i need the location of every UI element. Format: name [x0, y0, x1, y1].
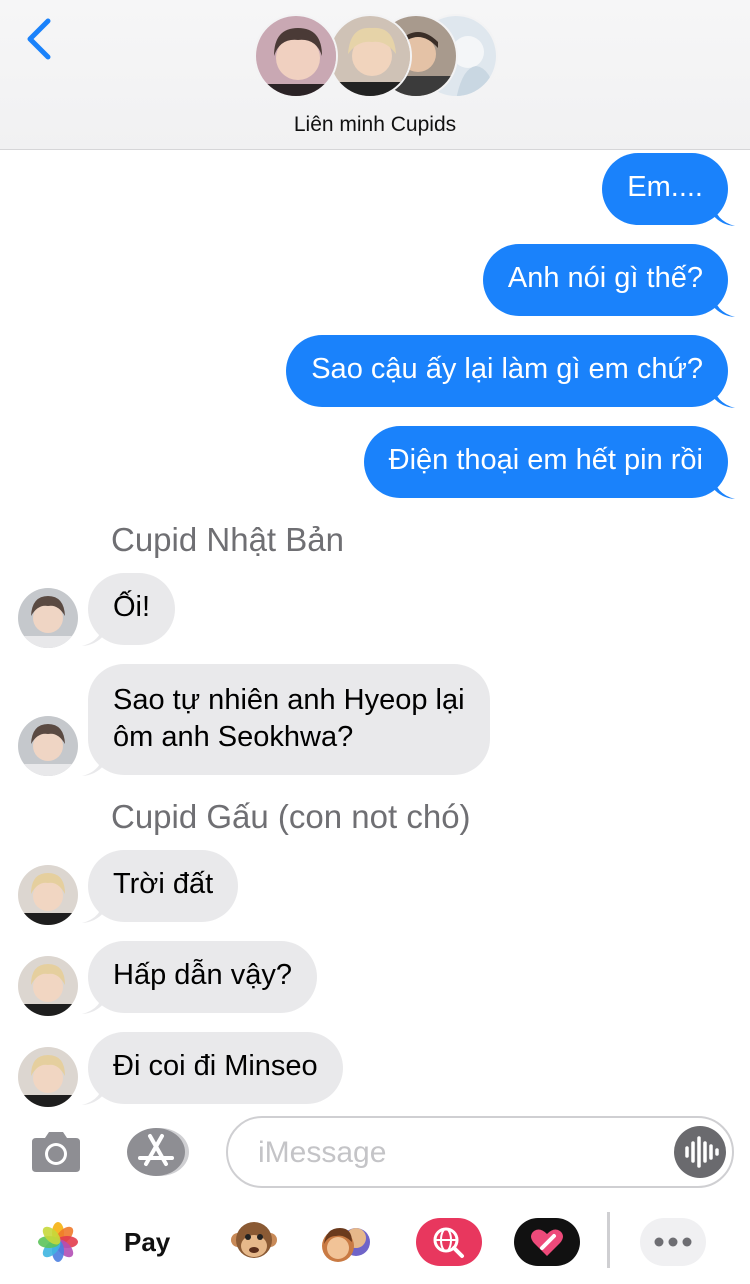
app-store-icon[interactable]	[126, 1126, 190, 1178]
more-icon[interactable]	[640, 1216, 706, 1268]
chevron-left-icon[interactable]	[22, 16, 62, 62]
bubble-tail	[713, 201, 735, 226]
avatar[interactable]	[18, 716, 78, 776]
message-input-placeholder: iMessage	[258, 1136, 387, 1169]
message-text: Em....	[627, 171, 703, 203]
photos-icon[interactable]	[38, 1216, 78, 1268]
bubble-tail	[82, 898, 104, 923]
app-strip: Pay	[0, 1200, 750, 1284]
digital-touch-icon[interactable]	[514, 1216, 580, 1268]
outgoing-message[interactable]: Em....	[602, 153, 728, 225]
animoji-monkey-icon[interactable]	[230, 1216, 278, 1268]
avatar[interactable]	[18, 865, 78, 925]
camera-icon[interactable]	[30, 1128, 82, 1174]
message-input[interactable]: iMessage	[226, 1116, 734, 1188]
bubble-tail	[82, 751, 104, 776]
apple-pay-label: Pay	[124, 1227, 171, 1257]
conversation-header: Liên minh Cupids	[0, 0, 750, 150]
message-text: Sao tự nhiên anh Hyeop lại	[113, 684, 465, 716]
bubble-tail	[82, 621, 104, 646]
group-avatars[interactable]	[254, 14, 498, 98]
outgoing-message[interactable]: Anh nói gì thế?	[482, 244, 728, 316]
group-name[interactable]: Liên minh Cupids	[0, 113, 750, 137]
sender-name: Cupid Gấu (con not chó)	[111, 798, 471, 835]
message-text: Ối!	[113, 591, 151, 623]
bubble-tail	[713, 474, 735, 499]
outgoing-message[interactable]: Điện thoại em hết pin rồi	[363, 426, 728, 498]
avatar	[328, 14, 412, 98]
message-text: Đi coi đi Minseo	[113, 1050, 318, 1082]
apple-pay-button[interactable]: Pay	[124, 1216, 188, 1268]
web-search-icon[interactable]	[416, 1216, 482, 1268]
incoming-message[interactable]: Hấp dẫn vậy?	[88, 941, 317, 1013]
avatar[interactable]	[18, 588, 78, 648]
incoming-message[interactable]: Trời đất	[88, 850, 239, 922]
message-text: Điện thoại em hết pin rồi	[388, 444, 703, 476]
waveform-icon[interactable]	[674, 1126, 726, 1178]
memoji-icon[interactable]	[318, 1216, 374, 1268]
incoming-message[interactable]: Sao tự nhiên anh Hyeop lại ôm anh Seokhw…	[88, 664, 490, 775]
outgoing-message[interactable]: Sao cậu ấy lại làm gì em chứ?	[286, 335, 728, 407]
sender-name: Cupid Nhật Bản	[111, 521, 344, 558]
bubble-tail	[82, 1080, 104, 1105]
bubble-tail	[713, 383, 735, 408]
message-text: Hấp dẫn vậy?	[113, 959, 292, 991]
message-text: Sao cậu ấy lại làm gì em chứ?	[311, 353, 703, 385]
avatar[interactable]	[18, 956, 78, 1016]
bubble-tail	[82, 989, 104, 1014]
avatar[interactable]	[18, 1047, 78, 1107]
message-text: Anh nói gì thế?	[507, 262, 703, 294]
incoming-message[interactable]: Đi coi đi Minseo	[88, 1032, 343, 1104]
message-text: Trời đất	[113, 868, 214, 900]
message-text: ôm anh Seokhwa?	[113, 721, 354, 753]
bubble-tail	[713, 292, 735, 317]
avatar	[254, 14, 338, 98]
divider	[607, 1212, 610, 1268]
